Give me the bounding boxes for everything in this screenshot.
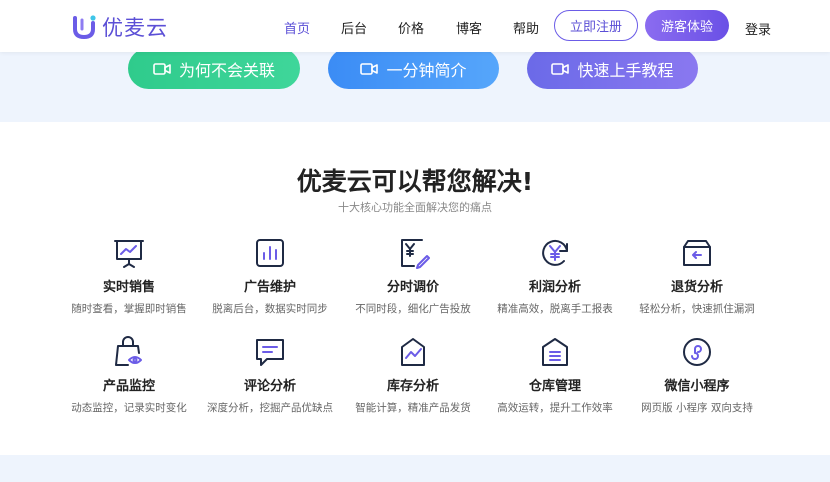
feature-title: 分时调价 [386,280,439,295]
feature-desc: 高效运转，提升工作效率 [497,402,613,414]
video-button-intro[interactable]: 一分钟简介 [328,48,499,89]
feature-realtime-sales[interactable]: 实时销售 随时查看，掌握即时销售 [59,236,199,316]
nav-backend[interactable]: 后台 [341,18,367,37]
section-subtitle: 十大核心功能全面解决您的痛点 [338,201,492,214]
feature-title: 实时销售 [102,280,155,295]
feature-desc: 随时查看，掌握即时销售 [71,303,187,315]
feature-desc: 精准高效，脱离手工报表 [497,303,613,315]
sales-chart-icon [114,240,144,268]
feature-desc: 轻松分析，快速抓住漏洞 [639,303,755,315]
video-icon [360,62,379,75]
feature-desc: 智能计算，精准产品发货 [355,402,471,414]
return-box-icon [683,240,711,266]
feature-review-analysis[interactable]: 评论分析 深度分析，挖掘产品优缺点 [200,335,340,415]
feature-title: 仓库管理 [528,379,581,394]
video-button-why-no-link[interactable]: 为何不会关联 [128,48,300,89]
logo-text: 优麦云 [102,16,168,40]
video-icon [153,62,171,75]
feature-title: 利润分析 [528,280,581,295]
bag-eye-icon [115,336,142,366]
register-button[interactable]: 立即注册 [554,10,638,41]
feature-title: 退货分析 [670,280,723,295]
yen-cycle-icon [542,239,568,266]
feature-profit-analysis[interactable]: 利润分析 精准高效，脱离手工报表 [485,236,625,316]
feature-return-analysis[interactable]: 退货分析 轻松分析，快速抓住漏洞 [627,236,767,316]
feature-warehouse[interactable]: 仓库管理 高效运转，提升工作效率 [485,335,625,415]
bar-chart-icon [256,239,284,267]
video-button-label: 快速上手教程 [577,60,674,80]
feature-mini-program[interactable]: 微信小程序 网页版 小程序 双向支持 [627,335,767,415]
comment-icon [256,339,284,366]
video-icon [551,62,570,75]
feature-stock-analysis[interactable]: 库存分析 智能计算，精准产品发货 [343,335,483,415]
feature-desc: 动态监控，记录实时变化 [71,402,187,414]
warehouse-icon [542,338,568,366]
feature-time-pricing[interactable]: 分时调价 不同时段，细化广告投放 [343,236,483,316]
nav-blog[interactable]: 博客 [456,18,482,37]
feature-desc: 深度分析，挖掘产品优缺点 [207,402,333,414]
guest-trial-button[interactable]: 游客体验 [645,10,729,41]
feature-title: 广告维护 [243,280,296,295]
feature-ad-maintenance[interactable]: 广告维护 脱离后台，数据实时同步 [200,236,340,316]
logo-icon [73,15,96,40]
price-edit-icon [401,239,430,269]
video-button-tutorial[interactable]: 快速上手教程 [527,48,698,89]
feature-desc: 脱离后台，数据实时同步 [212,303,328,315]
feature-title: 微信小程序 [664,379,730,394]
feature-desc: 网页版 小程序 双向支持 [641,402,753,414]
top-header: 优麦云 首页 后台 价格 博客 帮助 立即注册 游客体验 登录 [0,0,830,52]
video-button-label: 一分钟简介 [386,60,467,80]
stock-icon [401,338,425,366]
video-button-label: 为何不会关联 [178,60,275,80]
feature-product-monitor[interactable]: 产品监控 动态监控，记录实时变化 [59,335,199,415]
bottom-band [0,455,830,482]
feature-desc: 不同时段，细化广告投放 [355,303,471,315]
nav-pricing[interactable]: 价格 [398,18,424,37]
feature-title: 产品监控 [102,379,155,394]
mini-program-icon [683,338,711,366]
feature-title: 评论分析 [243,379,296,394]
feature-title: 库存分析 [386,379,439,394]
logo[interactable]: 优麦云 [72,12,168,42]
nav-home[interactable]: 首页 [284,18,310,37]
login-link[interactable]: 登录 [745,19,771,38]
nav-help[interactable]: 帮助 [513,18,539,37]
section-title: 优麦云可以帮您解决! [296,167,534,196]
